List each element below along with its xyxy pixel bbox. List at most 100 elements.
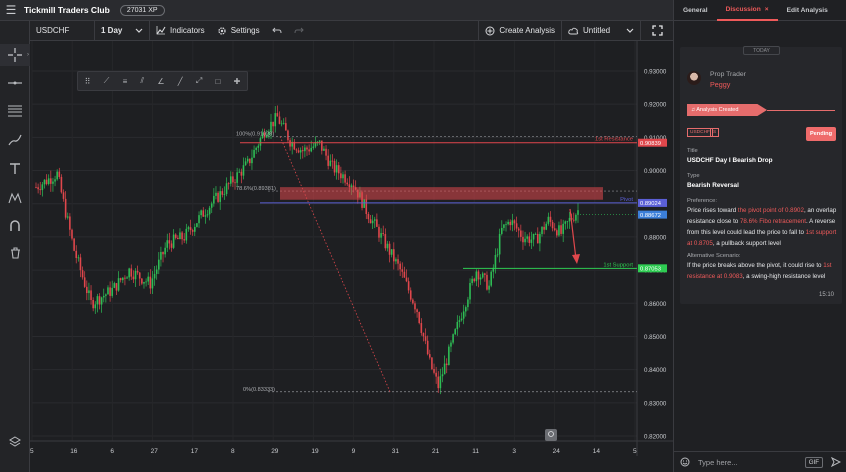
candle-body: [66, 216, 69, 218]
tab-edit-analysis[interactable]: Edit Analysis: [778, 0, 837, 21]
brush-tool[interactable]: [0, 129, 30, 151]
candle-body: [141, 278, 143, 284]
pattern-tool[interactable]: [0, 187, 30, 209]
candle-body: [113, 283, 116, 288]
candle-body: [124, 277, 126, 279]
candle-body: [458, 320, 461, 322]
measure-icon[interactable]: ⤢: [196, 76, 202, 86]
hamburger-menu-icon[interactable]: ☰: [0, 0, 22, 21]
create-analysis-label: Create Analysis: [499, 26, 555, 35]
layers-button[interactable]: [0, 431, 30, 453]
pivot-highlight: the pivot point of 0.8902: [737, 207, 804, 214]
bell-icon: ♫: [691, 107, 696, 113]
alternative-text-part: , a swing-high resistance level: [742, 273, 826, 280]
gif-button[interactable]: GIF: [804, 456, 823, 468]
candle-body: [251, 157, 253, 164]
candle-body: [208, 207, 211, 215]
candle-body: [37, 187, 39, 190]
candle-body: [505, 224, 507, 226]
analysis-panel: General Discussion × Edit Analysis TODAY…: [673, 0, 846, 472]
cross-icon[interactable]: ✚: [234, 77, 241, 86]
tab-general[interactable]: General: [674, 0, 717, 21]
y-tick-label: 0.84000: [644, 367, 667, 374]
text-tool[interactable]: [0, 158, 30, 180]
layout-select[interactable]: Untitled: [561, 20, 641, 41]
symbol-input[interactable]: USDCHF: [30, 20, 95, 41]
trend-angle-icon[interactable]: ∠: [157, 77, 164, 86]
candle-body: [428, 354, 431, 358]
candle-body: [503, 224, 505, 228]
redo-button[interactable]: [288, 21, 310, 41]
candle-body: [246, 158, 249, 162]
candle-body: [130, 268, 133, 277]
drawing-tools-floater: ⠿ ⟋ ≡ ⫽ ∠ ╱ ⤢ □ ✚: [77, 71, 248, 91]
candle-body: [412, 299, 414, 304]
redo-icon: [294, 27, 304, 33]
candle-body: [189, 227, 192, 231]
fib-tool[interactable]: [0, 100, 30, 122]
preference-text: Price rises toward the pivot point of 0.…: [687, 205, 837, 249]
y-tick-label: 0.93000: [644, 69, 667, 76]
candle-body: [475, 271, 478, 282]
price-chart[interactable]: 0.930000.920000.910000.900000.890000.880…: [30, 41, 673, 472]
candle-body: [365, 199, 368, 214]
magnet-tool[interactable]: [0, 215, 30, 237]
candle-body: [240, 171, 243, 176]
discussion-card: TODAY Prop Trader Peggy ♫ Analysis Creat…: [680, 46, 842, 304]
fullscreen-button[interactable]: [641, 21, 673, 41]
candle-body: [448, 346, 450, 366]
ray-icon[interactable]: ⟋: [104, 76, 110, 86]
undo-button[interactable]: [266, 21, 288, 41]
status-badge[interactable]: Pending: [806, 127, 836, 141]
candle-body: [107, 287, 109, 295]
y-tick-label: 0.86000: [644, 301, 667, 308]
rectangle-icon[interactable]: □: [216, 77, 221, 86]
chart-grid: [31, 41, 637, 441]
divider: [767, 110, 835, 111]
delete-drawings-button[interactable]: [0, 242, 30, 264]
author-name[interactable]: Peggy: [710, 80, 730, 89]
candle-body: [289, 140, 291, 147]
line-tool[interactable]: [0, 72, 30, 94]
candle-body: [276, 113, 279, 117]
candle-body: [52, 181, 54, 184]
channel-icon[interactable]: ⫽: [141, 76, 145, 86]
interval-select[interactable]: 1 Day: [95, 20, 150, 41]
candle-body: [524, 238, 526, 243]
settings-label: Settings: [230, 26, 260, 35]
crosshair-tool[interactable]: ›: [0, 44, 30, 66]
candle-body: [562, 223, 564, 234]
candle-body: [382, 233, 385, 235]
candle-body: [378, 226, 380, 238]
candle-body: [236, 172, 238, 183]
drag-handle-icon[interactable]: ⠿: [85, 77, 91, 86]
level-name-label: 1st Support: [603, 262, 633, 268]
candle-body: [210, 203, 213, 208]
emoji-icon[interactable]: [680, 457, 690, 467]
chart-canvas[interactable]: 0.930000.920000.910000.900000.890000.880…: [30, 41, 673, 472]
candle-body: [393, 249, 395, 262]
indicators-button[interactable]: Indicators: [150, 21, 211, 41]
candle-body: [58, 171, 61, 177]
settings-button[interactable]: Settings: [211, 21, 266, 41]
candle-body: [431, 357, 433, 370]
tab-discussion[interactable]: Discussion ×: [716, 0, 778, 21]
club-name: Tickmill Traders Club: [24, 5, 110, 15]
candle-body: [227, 183, 230, 185]
candle-body: [304, 147, 306, 152]
candle-body: [511, 220, 514, 226]
line-icon[interactable]: ╱: [178, 77, 183, 86]
fib-levels-icon[interactable]: ≡: [123, 77, 128, 86]
resistance-zone: [280, 187, 603, 200]
candle-body: [486, 274, 488, 290]
candle-body: [532, 233, 535, 240]
create-analysis-button[interactable]: Create Analysis: [478, 20, 561, 41]
message-input[interactable]: [698, 457, 797, 467]
tab-close-icon[interactable]: ×: [765, 6, 769, 13]
candle-body: [352, 185, 355, 188]
indicators-label: Indicators: [170, 26, 205, 35]
candle-body: [206, 214, 209, 216]
candle-body: [371, 220, 374, 224]
send-icon[interactable]: [831, 457, 841, 467]
candle-body: [54, 179, 56, 182]
